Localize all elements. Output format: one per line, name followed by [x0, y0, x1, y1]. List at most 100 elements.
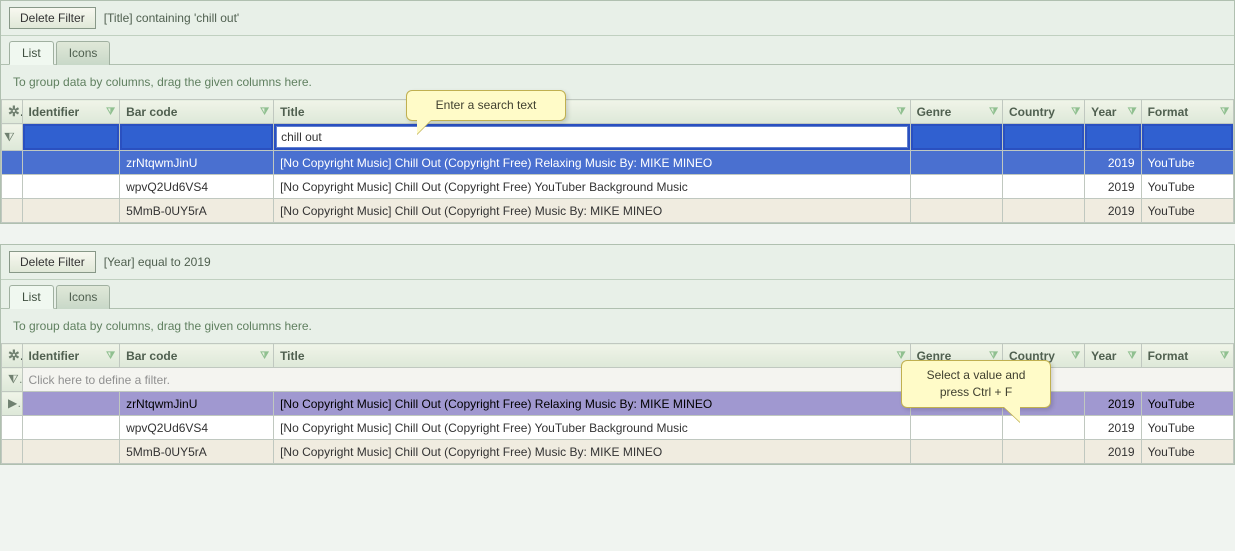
- cell-title[interactable]: [No Copyright Music] Chill Out (Copyrigh…: [274, 440, 911, 464]
- filter-cell-genre[interactable]: [910, 124, 1002, 151]
- cell-title[interactable]: [No Copyright Music] Chill Out (Copyrigh…: [274, 199, 911, 223]
- funnel-icon[interactable]: ⧩: [260, 350, 269, 361]
- cell-title[interactable]: [No Copyright Music] Chill Out (Copyrigh…: [274, 175, 911, 199]
- row-indicator: [2, 440, 23, 464]
- filter-cell-identifier[interactable]: [22, 124, 120, 151]
- cell-genre[interactable]: [910, 175, 1002, 199]
- funnel-icon[interactable]: ⧩: [1220, 350, 1229, 361]
- filter-input-title[interactable]: [276, 126, 908, 148]
- view-tabs: List Icons: [1, 36, 1234, 65]
- funnel-icon[interactable]: ⧩: [1128, 106, 1137, 117]
- cell-year[interactable]: 2019: [1085, 175, 1141, 199]
- col-header-format[interactable]: Format⧩: [1141, 344, 1233, 368]
- cell-identifier[interactable]: [22, 199, 120, 223]
- cell-identifier[interactable]: [22, 175, 120, 199]
- cell-title[interactable]: [No Copyright Music] Chill Out (Copyrigh…: [274, 416, 911, 440]
- cell-format[interactable]: YouTube: [1141, 175, 1233, 199]
- cell-identifier[interactable]: [22, 416, 120, 440]
- funnel-icon[interactable]: ⧩: [1071, 350, 1080, 361]
- cell-barcode[interactable]: zrNtqwmJinU: [120, 151, 274, 175]
- row-indicator: [2, 199, 23, 223]
- tab-list[interactable]: List: [9, 41, 54, 65]
- col-header-format[interactable]: Format⧩: [1141, 100, 1233, 124]
- cell-year[interactable]: 2019: [1085, 416, 1141, 440]
- col-header-barcode[interactable]: Bar code⧩: [120, 100, 274, 124]
- cell-title[interactable]: [No Copyright Music] Chill Out (Copyrigh…: [274, 151, 911, 175]
- col-header-year[interactable]: Year⧩: [1085, 100, 1141, 124]
- filter-row: ⧨: [2, 124, 1234, 151]
- col-header-barcode[interactable]: Bar code⧩: [120, 344, 274, 368]
- cell-format[interactable]: YouTube: [1141, 151, 1233, 175]
- funnel-icon[interactable]: ⧩: [106, 350, 115, 361]
- cell-country[interactable]: [1002, 199, 1084, 223]
- cell-barcode[interactable]: wpvQ2Ud6VS4: [120, 416, 274, 440]
- star-icon: ✲: [8, 347, 22, 363]
- cell-format[interactable]: YouTube: [1141, 199, 1233, 223]
- cell-year[interactable]: 2019: [1085, 199, 1141, 223]
- funnel-icon[interactable]: ⧩: [989, 106, 998, 117]
- select-all-header[interactable]: ✲: [2, 344, 23, 368]
- group-by-hint[interactable]: To group data by columns, drag the given…: [1, 309, 1234, 343]
- cell-identifier[interactable]: [22, 392, 120, 416]
- delete-filter-button[interactable]: Delete Filter: [9, 7, 96, 29]
- table-row[interactable]: wpvQ2Ud6VS4 [No Copyright Music] Chill O…: [2, 416, 1234, 440]
- cell-country[interactable]: [1002, 440, 1084, 464]
- funnel-icon[interactable]: ⧩: [260, 106, 269, 117]
- tab-list[interactable]: List: [9, 285, 54, 309]
- cell-year[interactable]: 2019: [1085, 151, 1141, 175]
- cell-barcode[interactable]: wpvQ2Ud6VS4: [120, 175, 274, 199]
- cell-year[interactable]: 2019: [1085, 392, 1141, 416]
- table-row[interactable]: 5MmB-0UY5rA [No Copyright Music] Chill O…: [2, 199, 1234, 223]
- funnel-icon: ⧨: [4, 130, 15, 144]
- filter-placeholder-text[interactable]: Click here to define a filter.: [22, 368, 1233, 392]
- table-row[interactable]: 5MmB-0UY5rA [No Copyright Music] Chill O…: [2, 440, 1234, 464]
- cell-genre[interactable]: [910, 440, 1002, 464]
- filter-cell-format[interactable]: [1141, 124, 1233, 151]
- cell-genre[interactable]: [910, 151, 1002, 175]
- tab-icons[interactable]: Icons: [56, 285, 111, 309]
- cell-format[interactable]: YouTube: [1141, 416, 1233, 440]
- cell-identifier[interactable]: [22, 151, 120, 175]
- table-row[interactable]: zrNtqwmJinU [No Copyright Music] Chill O…: [2, 151, 1234, 175]
- funnel-icon[interactable]: ⧩: [1128, 350, 1137, 361]
- col-header-title[interactable]: Title⧩: [274, 344, 911, 368]
- filter-cell-title[interactable]: [274, 124, 911, 151]
- callout-text-line1: Select a value and: [927, 368, 1026, 382]
- col-header-title[interactable]: Title⧩: [274, 100, 911, 124]
- cell-title[interactable]: [No Copyright Music] Chill Out (Copyrigh…: [274, 392, 911, 416]
- filter-cell-barcode[interactable]: [120, 124, 274, 151]
- tab-icons[interactable]: Icons: [56, 41, 111, 65]
- funnel-icon[interactable]: ⧩: [1220, 106, 1229, 117]
- filter-bar: Delete Filter [Year] equal to 2019: [1, 245, 1234, 280]
- delete-filter-button[interactable]: Delete Filter: [9, 251, 96, 273]
- cell-country[interactable]: [1002, 175, 1084, 199]
- col-header-identifier[interactable]: Identifier⧩: [22, 344, 120, 368]
- cell-year[interactable]: 2019: [1085, 440, 1141, 464]
- row-indicator: ▶: [2, 392, 23, 416]
- col-header-year[interactable]: Year⧩: [1085, 344, 1141, 368]
- callout-select-value: Select a value and press Ctrl + F: [901, 360, 1051, 408]
- cell-format[interactable]: YouTube: [1141, 440, 1233, 464]
- cell-format[interactable]: YouTube: [1141, 392, 1233, 416]
- filter-cell-country[interactable]: [1002, 124, 1084, 151]
- funnel-icon[interactable]: ⧩: [897, 106, 906, 117]
- cell-country[interactable]: [1002, 151, 1084, 175]
- cell-barcode[interactable]: 5MmB-0UY5rA: [120, 440, 274, 464]
- table-row[interactable]: wpvQ2Ud6VS4 [No Copyright Music] Chill O…: [2, 175, 1234, 199]
- cell-barcode[interactable]: zrNtqwmJinU: [120, 392, 274, 416]
- cell-barcode[interactable]: 5MmB-0UY5rA: [120, 199, 274, 223]
- funnel-icon[interactable]: ⧩: [1071, 106, 1080, 117]
- select-all-header[interactable]: ✲: [2, 100, 23, 124]
- cell-genre[interactable]: [910, 416, 1002, 440]
- filter-cell-year[interactable]: [1085, 124, 1141, 151]
- funnel-icon[interactable]: ⧩: [106, 106, 115, 117]
- col-header-genre[interactable]: Genre⧩: [910, 100, 1002, 124]
- cell-identifier[interactable]: [22, 440, 120, 464]
- group-by-hint[interactable]: To group data by columns, drag the given…: [1, 65, 1234, 99]
- filter-bar: Delete Filter [Title] containing 'chill …: [1, 1, 1234, 36]
- row-indicator: [2, 175, 23, 199]
- col-header-identifier[interactable]: Identifier⧩: [22, 100, 120, 124]
- col-header-country[interactable]: Country⧩: [1002, 100, 1084, 124]
- row-indicator: [2, 416, 23, 440]
- cell-genre[interactable]: [910, 199, 1002, 223]
